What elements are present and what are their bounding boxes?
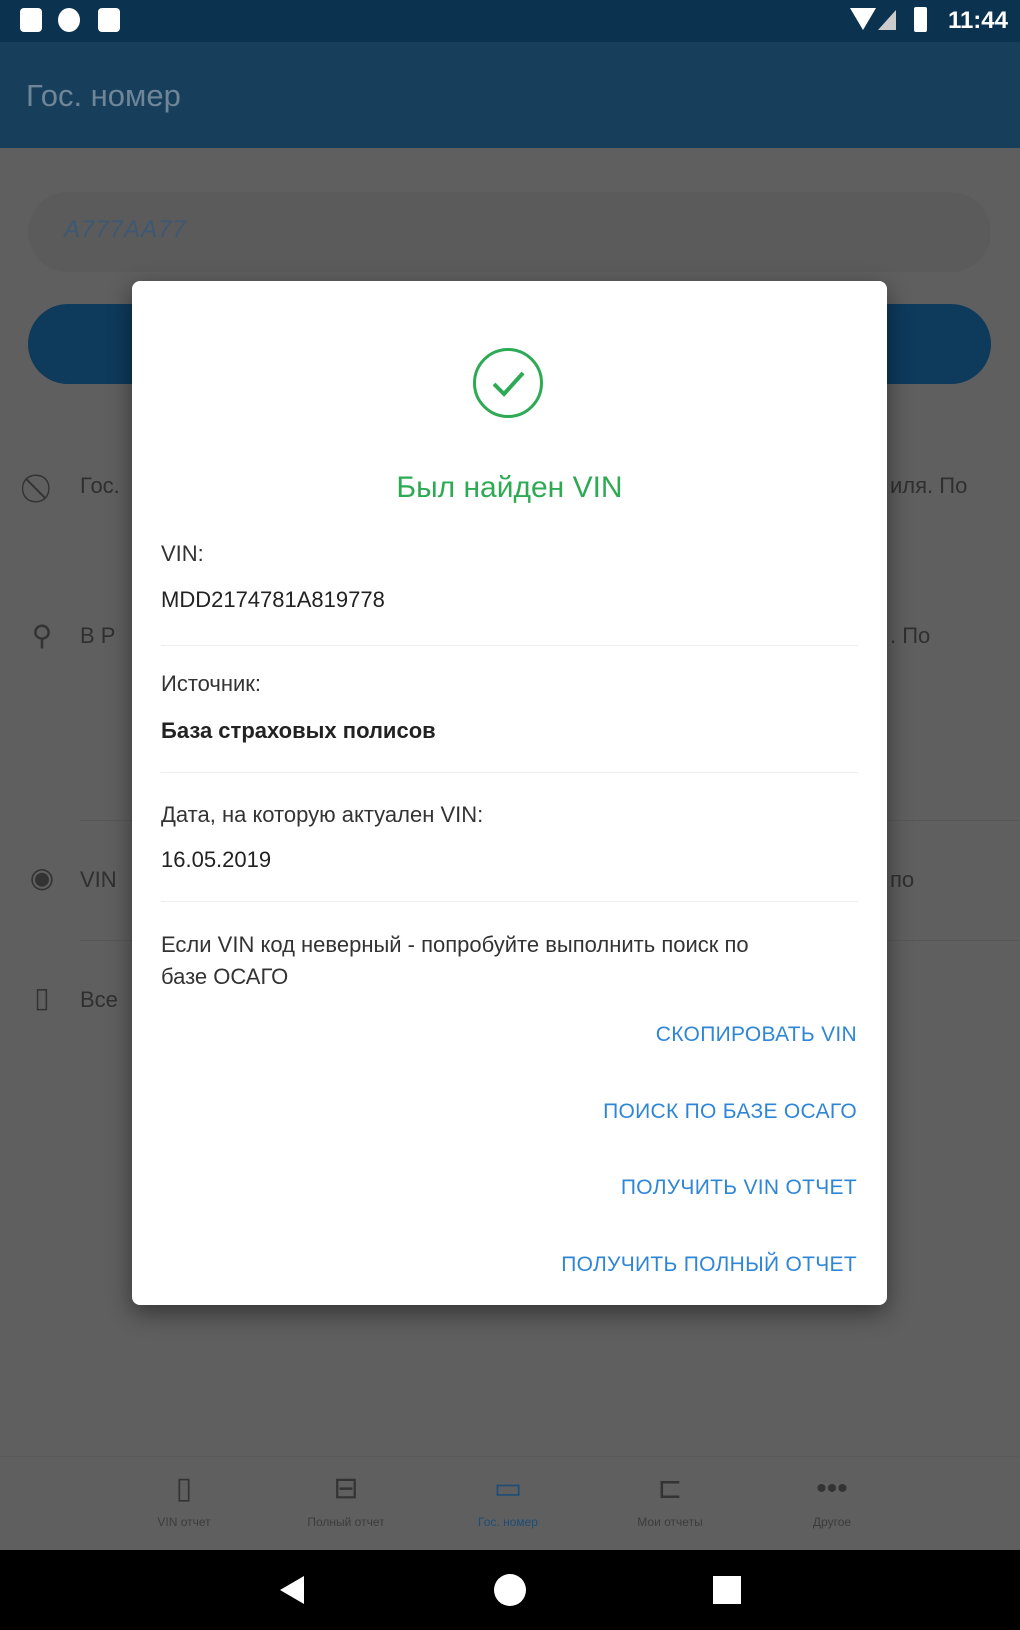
nav-more[interactable]: ••• Другое	[767, 1457, 897, 1551]
divider	[161, 901, 858, 902]
nav-full-report[interactable]: ⊟ Полный отчет	[281, 1457, 411, 1551]
settings-icon	[58, 8, 80, 32]
date-label: Дата, на которую актуален VIN:	[161, 802, 484, 827]
get-full-report-button[interactable]: Получить полный отчет	[561, 1253, 857, 1277]
nav-label: VIN отчет	[157, 1515, 211, 1529]
battery-icon	[914, 7, 927, 32]
more-icon: •••	[816, 1472, 848, 1505]
source-label: Источник:	[161, 671, 262, 696]
vin-label: VIN:	[161, 541, 204, 566]
sd-card-icon	[98, 8, 120, 32]
nav-plate[interactable]: ▭ Гос. номер	[443, 1457, 573, 1551]
recents-icon[interactable]	[713, 1576, 741, 1604]
search-icon: ⚲	[31, 620, 53, 651]
bottom-nav: ▯ VIN отчет ⊟ Полный отчет ▭ Гос. номер ⊏ Мо…	[0, 1456, 1020, 1550]
info-row-left: VIN	[80, 867, 117, 892]
document-icon: ▯	[175, 1472, 193, 1505]
system-nav-bar	[0, 1550, 1020, 1630]
plate-placeholder: A777AA77	[64, 216, 187, 243]
nav-label: Другое	[812, 1515, 852, 1529]
plate-icon: ▭	[493, 1472, 523, 1505]
nav-vin-report[interactable]: ▯ VIN отчет	[119, 1457, 249, 1551]
document-icon: ▯	[34, 982, 50, 1013]
nav-label: Полный отчет	[307, 1515, 385, 1529]
nav-my-reports[interactable]: ⊏ Мои отчеты	[605, 1457, 735, 1551]
signal-icon	[878, 10, 896, 30]
block-icon: ⃠	[26, 472, 58, 504]
copy-vin-button[interactable]: Скопировать VIN	[656, 1023, 857, 1047]
date-value: 16.05.2019	[161, 847, 272, 872]
back-icon[interactable]	[280, 1576, 304, 1604]
home-icon[interactable]	[494, 1574, 526, 1606]
get-vin-report-button[interactable]: Получить VIN отчет	[621, 1176, 857, 1200]
app-bar: Гос. номер	[0, 42, 1020, 148]
nav-label: Мои отчеты	[637, 1515, 703, 1529]
page-title: Гос. номер	[26, 78, 181, 113]
divider	[161, 772, 858, 773]
clock: 11:44	[947, 7, 1008, 34]
divider	[161, 645, 858, 646]
info-row-left: В Р	[80, 623, 116, 648]
nav-label: Гос. номер	[478, 1515, 538, 1529]
eye-icon: ◉	[29, 862, 55, 893]
info-row-right: . По	[890, 623, 931, 648]
vin-value: MDD2174781A819778	[161, 587, 385, 612]
status-bar: 11:44	[0, 0, 1020, 42]
plate-input[interactable]: A777AA77	[28, 192, 991, 272]
vin-found-dialog: Был найден VIN VIN: MDD2174781A819778 Ис…	[132, 281, 887, 1305]
info-row-left: Все	[80, 987, 118, 1012]
source-value: База страховых полисов	[161, 718, 436, 743]
note-text: Если VIN код неверный - попробуйте выпол…	[161, 932, 749, 989]
info-row-right: иля. По	[890, 473, 968, 498]
dialog-title: Был найден VIN	[396, 471, 623, 504]
check-circle-icon	[473, 348, 543, 418]
wifi-icon	[850, 8, 876, 30]
info-row-left: Гос.	[80, 473, 120, 498]
notification-icon	[20, 8, 42, 32]
folder-icon: ⊏	[657, 1472, 683, 1505]
briefcase-icon: ⊟	[333, 1472, 359, 1505]
info-row-right: по	[890, 867, 915, 892]
search-osago-button[interactable]: Поиск по базе ОСАГО	[603, 1100, 857, 1124]
